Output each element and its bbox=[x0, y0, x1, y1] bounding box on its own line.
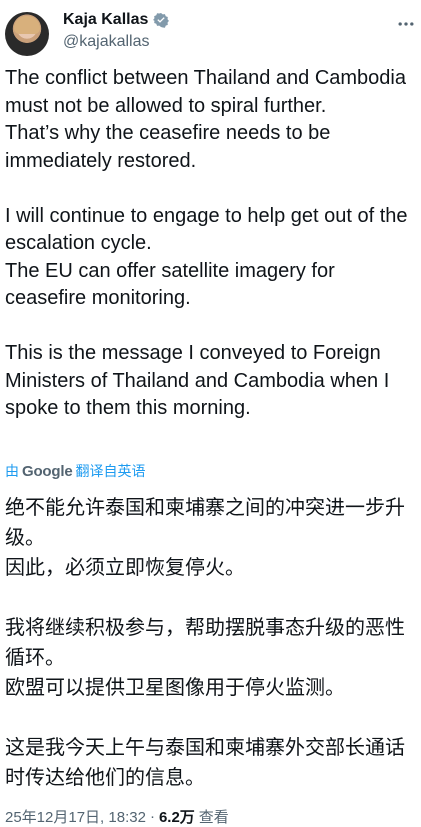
google-logo: Google bbox=[22, 462, 73, 480]
views-label: 查看 bbox=[198, 809, 229, 826]
translation-attribution[interactable]: 由 Google 翻译自英语 bbox=[5, 461, 145, 481]
views-count: 6.2万 bbox=[158, 809, 195, 826]
tweet-header: Kaja Kallas @kajakallas bbox=[0, 0, 421, 62]
verified-badge-icon bbox=[153, 13, 170, 28]
translation-label[interactable]: 翻译自英语 bbox=[75, 461, 145, 481]
more-options-icon[interactable] bbox=[396, 14, 416, 34]
tweet-meta: 25年12月17日, 18:32 · 6.2万 查看 bbox=[5, 806, 229, 827]
meta-separator: · bbox=[149, 808, 155, 825]
author-handle[interactable]: @kajakallas bbox=[63, 33, 150, 51]
author-name-line[interactable]: Kaja Kallas bbox=[63, 11, 170, 29]
translation-by-label: 由 bbox=[5, 463, 19, 479]
tweet-text-english: The conflict between Thailand and Cambod… bbox=[5, 67, 408, 419]
tweet-timestamp[interactable]: 25年12月17日, 18:32 bbox=[5, 806, 146, 827]
avatar[interactable] bbox=[5, 12, 49, 56]
author-display-name[interactable]: Kaja Kallas bbox=[63, 11, 148, 29]
tweet-text-translated: 绝不能允许泰国和柬埔寨之间的冲突进一步升级。 因此，必须立即恢复停火。 我将继续… bbox=[5, 495, 405, 789]
